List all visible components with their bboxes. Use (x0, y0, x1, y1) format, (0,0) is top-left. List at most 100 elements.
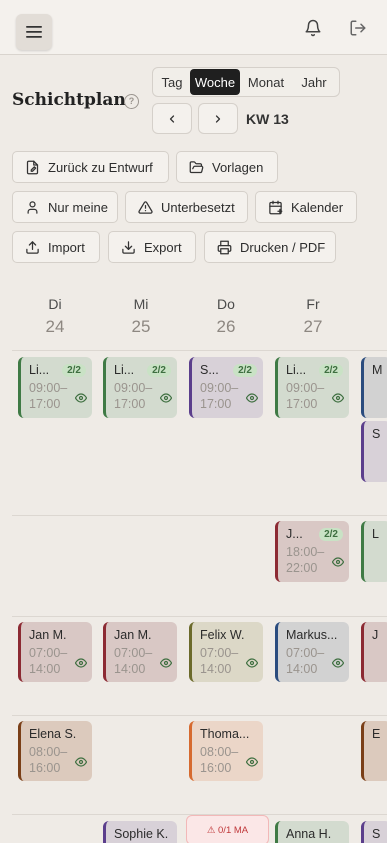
eye-icon[interactable] (75, 657, 87, 669)
calendar-plus-icon (269, 200, 283, 214)
row-divider (12, 616, 387, 617)
warning-triangle-icon (138, 200, 153, 214)
eye-icon[interactable] (332, 556, 344, 568)
shift-card[interactable]: Markus... 07:00–14:00 (275, 622, 349, 682)
day-name: Fr (306, 296, 320, 312)
shift-card[interactable]: Li... 09:00–17:00 2/2 (103, 357, 177, 418)
import-button[interactable]: Import (12, 231, 100, 263)
shift-card-partial[interactable]: S (361, 821, 387, 843)
tab-day[interactable]: Tag (154, 69, 190, 95)
calendar-button[interactable]: Kalender (255, 191, 357, 223)
back-to-draft-button[interactable]: Zurück zu Entwurf (12, 151, 169, 183)
week-label: KW 13 (246, 111, 289, 127)
eye-icon[interactable] (246, 657, 258, 669)
row-divider (12, 350, 387, 351)
shift-name: Thoma... (200, 727, 250, 741)
row-divider (12, 515, 387, 516)
eye-icon[interactable] (75, 392, 87, 404)
user-icon (27, 200, 38, 214)
logout-icon (350, 20, 366, 36)
shift-card-partial[interactable]: L (361, 521, 387, 582)
folder-open-icon (189, 160, 204, 173)
upload-icon (26, 240, 39, 254)
shift-card[interactable]: Jan M. 07:00–14:00 (103, 622, 177, 682)
shift-time: 09:00–17:00 (114, 381, 153, 411)
eye-icon[interactable] (332, 392, 344, 404)
shift-name: Jan M. (114, 628, 152, 642)
print-pdf-label: Drucken / PDF (240, 239, 326, 255)
shift-name: Elena S. (29, 727, 77, 741)
shift-card[interactable]: S... 09:00–17:00 2/2 (189, 357, 263, 418)
eye-icon[interactable] (75, 756, 87, 768)
tab-week[interactable]: Woche (190, 69, 240, 95)
day-number: 25 (131, 317, 151, 336)
eye-icon[interactable] (332, 657, 344, 669)
only-mine-button[interactable]: Nur meine (12, 191, 118, 223)
printer-icon (217, 240, 232, 254)
shift-name: S (372, 427, 381, 441)
shift-time: 09:00–17:00 (286, 381, 325, 411)
shift-card[interactable]: Jan M. 07:00–14:00 (18, 622, 92, 682)
shift-card[interactable]: Anna H. (275, 821, 349, 843)
file-edit-icon (26, 160, 39, 174)
menu-button[interactable] (16, 14, 52, 50)
shift-card-partial[interactable]: M (361, 357, 387, 418)
shift-name: Sophie K. (114, 827, 169, 841)
shift-name: Markus... (286, 628, 338, 642)
shift-card[interactable]: Sophie K. (103, 821, 177, 843)
understaffed-label: Unterbesetzt (161, 199, 235, 215)
shift-card-partial[interactable]: E (361, 721, 387, 781)
eye-icon[interactable] (246, 392, 258, 404)
staffing-badge: 2/2 (233, 364, 257, 377)
staffing-badge: 2/2 (319, 364, 343, 377)
eye-icon[interactable] (160, 392, 172, 404)
view-tabs: Tag Woche Monat Jahr (152, 67, 340, 97)
day-header-wed: Mi 25 (111, 296, 171, 337)
understaffed-filter-button[interactable]: Unterbesetzt (125, 191, 248, 223)
shift-time: 07:00–14:00 (286, 646, 325, 676)
shift-name: L (372, 527, 379, 541)
shift-card[interactable]: J... 18:00–22:00 2/2 (275, 521, 349, 582)
shift-card-partial[interactable]: J (361, 622, 387, 682)
shift-name: M (372, 363, 383, 377)
shift-card[interactable]: Li... 09:00–17:00 2/2 (275, 357, 349, 418)
import-label: Import (48, 239, 85, 255)
shift-name: Anna H. (286, 827, 332, 841)
tab-month[interactable]: Monat (240, 69, 292, 95)
print-pdf-button[interactable]: Drucken / PDF (204, 231, 336, 263)
export-button[interactable]: Export (108, 231, 196, 263)
prev-week-button[interactable] (152, 103, 192, 134)
tab-year[interactable]: Jahr (292, 69, 336, 95)
logout-button[interactable] (346, 16, 370, 40)
shift-card[interactable]: Felix W. 07:00–14:00 (189, 622, 263, 682)
download-icon (122, 240, 135, 254)
shift-time: 07:00–14:00 (29, 646, 68, 676)
shift-card[interactable]: Li... 09:00–17:00 2/2 (18, 357, 92, 418)
shift-time: 08:00–16:00 (200, 745, 239, 775)
shift-time: 08:00–16:00 (29, 745, 68, 775)
understaffed-badge[interactable]: ⚠ 0/1 MA (186, 815, 269, 843)
day-number: 27 (303, 317, 323, 336)
templates-label: Vorlagen (212, 159, 264, 175)
shift-card[interactable]: Elena S. 08:00–16:00 (18, 721, 92, 781)
eye-icon[interactable] (160, 657, 172, 669)
shift-time: 09:00–17:00 (29, 381, 68, 411)
templates-button[interactable]: Vorlagen (176, 151, 278, 183)
only-mine-label: Nur meine (48, 199, 108, 215)
help-icon[interactable]: ? (124, 94, 139, 109)
chevron-left-icon (169, 114, 175, 123)
day-name: Di (48, 296, 62, 312)
next-week-button[interactable] (198, 103, 238, 134)
day-header-thu: Do 26 (196, 296, 256, 337)
shift-name: Felix W. (200, 628, 245, 642)
top-bar (0, 0, 387, 55)
day-name: Mi (133, 296, 149, 312)
eye-icon[interactable] (246, 756, 258, 768)
shift-time: 07:00–14:00 (200, 646, 239, 676)
shift-card-partial[interactable]: S (361, 421, 387, 482)
hamburger-icon (26, 26, 42, 38)
shift-card[interactable]: Thoma... 08:00–16:00 (189, 721, 263, 781)
staffing-badge: 2/2 (62, 364, 86, 377)
row-divider (12, 715, 387, 716)
notifications-button[interactable] (301, 16, 325, 40)
